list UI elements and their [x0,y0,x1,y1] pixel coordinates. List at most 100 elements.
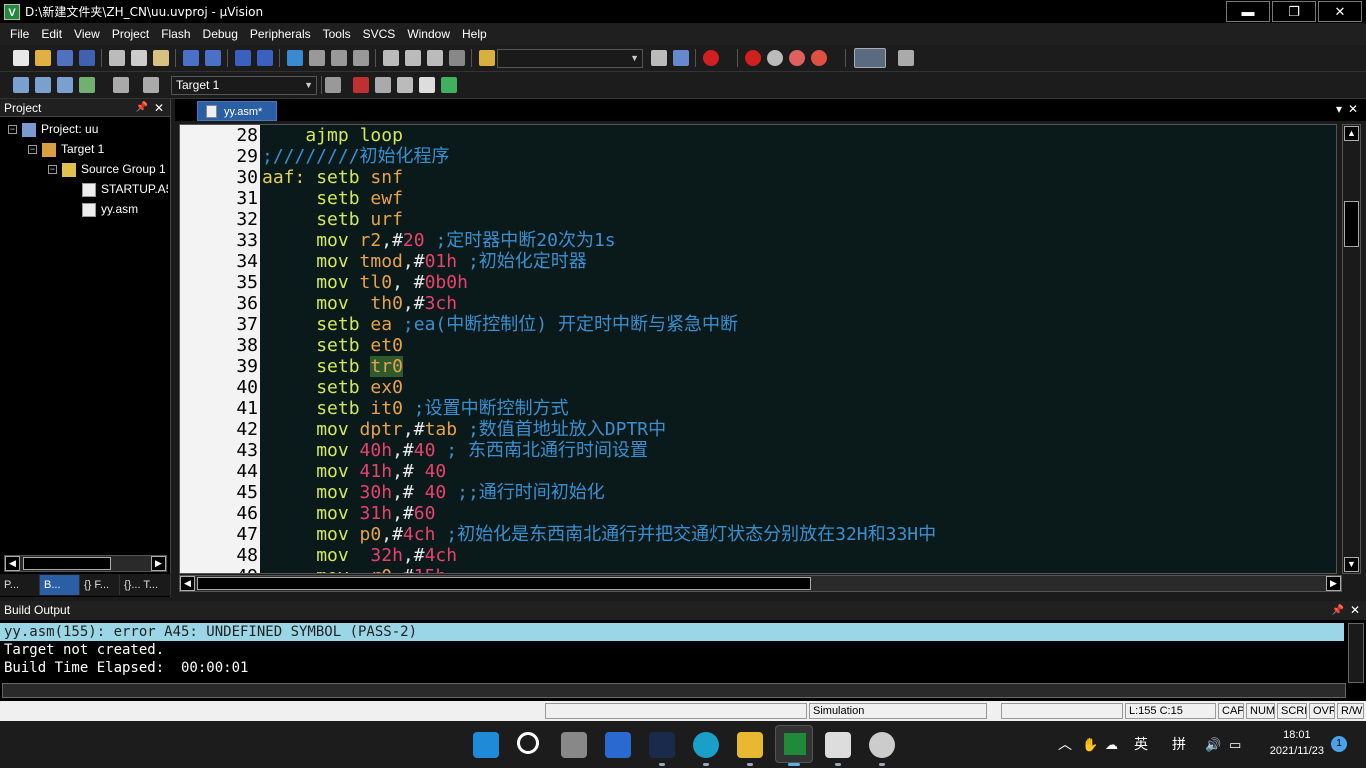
code-line[interactable]: 31 setb ewf [180,188,1336,209]
scroll-right-arrow[interactable]: ▶ [151,556,166,571]
scroll-thumb[interactable] [23,557,111,570]
menu-project[interactable]: Project [106,23,155,45]
minimize-button[interactable]: ▬ [1226,1,1270,22]
manage-components-icon[interactable] [375,77,391,93]
menu-peripherals[interactable]: Peripherals [244,23,317,45]
close-button[interactable]: ✕ [1318,1,1362,22]
target-select[interactable]: Target 1 ▼ [171,76,317,95]
pin-icon[interactable]: 📌 [136,99,148,117]
find-in-files-icon[interactable] [479,50,495,66]
breakpoint-icon[interactable] [745,50,761,66]
collapse-icon[interactable]: − [8,125,17,135]
code-line[interactable]: 42 mov dptr,#tab ;数值首地址放入DPTR中 [180,419,1336,440]
maximize-button[interactable]: ❐ [1272,1,1316,22]
code-line[interactable]: 44 mov 41h,# 40 [180,461,1336,482]
code-line[interactable]: 39 setb tr0 [180,356,1336,377]
ime-language[interactable]: 英 [1134,721,1148,768]
scroll-down-arrow[interactable]: ▼ [1344,557,1359,572]
cut-icon[interactable] [109,50,125,66]
code-line[interactable]: 46 mov 31h,#60 [180,503,1336,524]
incremental-find-icon[interactable] [673,50,689,66]
code-line[interactable]: 30 aaf: setb snf [180,167,1336,188]
clear-bookmarks-icon[interactable] [353,50,369,66]
code-line[interactable]: 29 ;////////初始化程序 [180,146,1336,167]
scroll-thumb[interactable] [1344,201,1359,247]
next-bookmark-icon[interactable] [331,50,347,66]
output-hscrollbar[interactable] [2,683,1346,698]
code-line[interactable]: 37 setb ea ;ea(中断控制位) 开定时中断与紧急中断 [180,314,1336,335]
download-icon[interactable] [143,77,159,93]
window-layout-icon[interactable] [854,48,886,68]
panel-close-icon[interactable]: ✕ [1350,601,1360,620]
code-line[interactable]: 48 mov 32h,#4ch [180,545,1336,566]
menu-debug[interactable]: Debug [197,23,244,45]
menu-tools[interactable]: Tools [317,23,357,45]
indent-icon[interactable] [383,50,399,66]
tree-item-yy-asm[interactable]: yy.asm [82,199,138,219]
tab-list-icon[interactable]: ▾ [1336,102,1342,116]
disable-all-breakpoints-icon[interactable] [789,50,805,66]
code-line[interactable]: 34 mov tmod,#01h ;初始化定时器 [180,251,1336,272]
menu-view[interactable]: View [68,23,106,45]
configure-icon[interactable] [898,50,914,66]
search-icon[interactable] [517,732,539,754]
panel-close-icon[interactable]: ✕ [154,99,164,117]
editor-vscrollbar[interactable]: ▲ ▼ [1342,124,1361,574]
redo-icon[interactable] [205,50,221,66]
settings-icon[interactable] [869,732,895,758]
prev-bookmark-icon[interactable] [309,50,325,66]
file-explorer-icon[interactable] [737,732,763,758]
rebuild-icon[interactable] [57,77,73,93]
menu-flash[interactable]: Flash [155,23,196,45]
scroll-left-arrow[interactable]: ◀ [180,576,195,591]
code-line[interactable]: 47 mov p0,#4ch ;初始化是东西南北通行并把交通灯状态分别放在32H… [180,524,1336,545]
code-line[interactable]: 32 setb urf [180,209,1336,230]
select-pack-icon[interactable] [397,77,413,93]
notification-badge[interactable]: 1 [1331,736,1347,752]
battery-icon[interactable]: ▭ [1229,721,1241,768]
paste-icon[interactable] [153,50,169,66]
tab-project[interactable]: P... [0,575,40,595]
app-icon[interactable] [649,732,675,758]
edge-browser-icon[interactable] [693,732,719,758]
task-view-icon[interactable] [561,732,587,758]
code-line[interactable]: 40 setb ex0 [180,377,1336,398]
translate-icon[interactable] [13,77,29,93]
tab-yy-asm[interactable]: yy.asm* [197,101,277,121]
copy-icon[interactable] [131,50,147,66]
nav-back-icon[interactable] [235,50,251,66]
tab-functions[interactable]: {} F... [80,575,120,595]
run-time-environment-icon[interactable] [441,77,457,93]
debug-session-icon[interactable] [703,50,719,66]
code-line[interactable]: 28 ajmp loop [180,125,1336,146]
menu-svcs[interactable]: SVCS [357,23,402,45]
scroll-up-arrow[interactable]: ▲ [1344,126,1359,141]
code-line[interactable]: 35 mov tl0, #0b0h [180,272,1336,293]
volume-icon[interactable]: 🔊 [1205,721,1221,768]
find-icon[interactable] [651,50,667,66]
code-line[interactable]: 43 mov 40h,#40 ; 东西南北通行时间设置 [180,440,1336,461]
batch-build-icon[interactable] [79,77,95,93]
tree-item-source-group[interactable]: − Source Group 1 [48,159,166,179]
find-combo[interactable]: ▼ [497,49,643,68]
hand-icon[interactable]: ✋ [1082,721,1098,768]
open-file-icon[interactable] [35,50,51,66]
collapse-icon[interactable]: − [28,145,37,155]
unindent-icon[interactable] [405,50,421,66]
save-all-icon[interactable] [79,50,95,66]
scroll-right-arrow[interactable]: ▶ [1326,576,1341,591]
tab-close-icon[interactable]: ✕ [1348,102,1358,116]
kill-breakpoints-icon[interactable] [811,50,827,66]
tab-books[interactable]: B... [40,575,80,595]
code-line[interactable]: 33 mov r2,#20 ;定时器中断20次为1s [180,230,1336,251]
chevron-up-icon[interactable]: ︿ [1058,721,1072,768]
target-options-icon[interactable] [325,77,341,93]
uncomment-icon[interactable] [449,50,465,66]
save-icon[interactable] [57,50,73,66]
code-editor[interactable]: 28 ajmp loop 29 ;////////初始化程序 30 aaf: setb … [179,124,1337,574]
collapse-icon[interactable]: − [48,165,57,175]
project-hscrollbar[interactable]: ◀ ▶ [4,555,167,572]
clock[interactable]: 18:01 2021/11/23 [1270,727,1324,759]
bookmark-icon[interactable] [287,50,303,66]
tree-item-project[interactable]: − Project: uu [8,119,98,139]
